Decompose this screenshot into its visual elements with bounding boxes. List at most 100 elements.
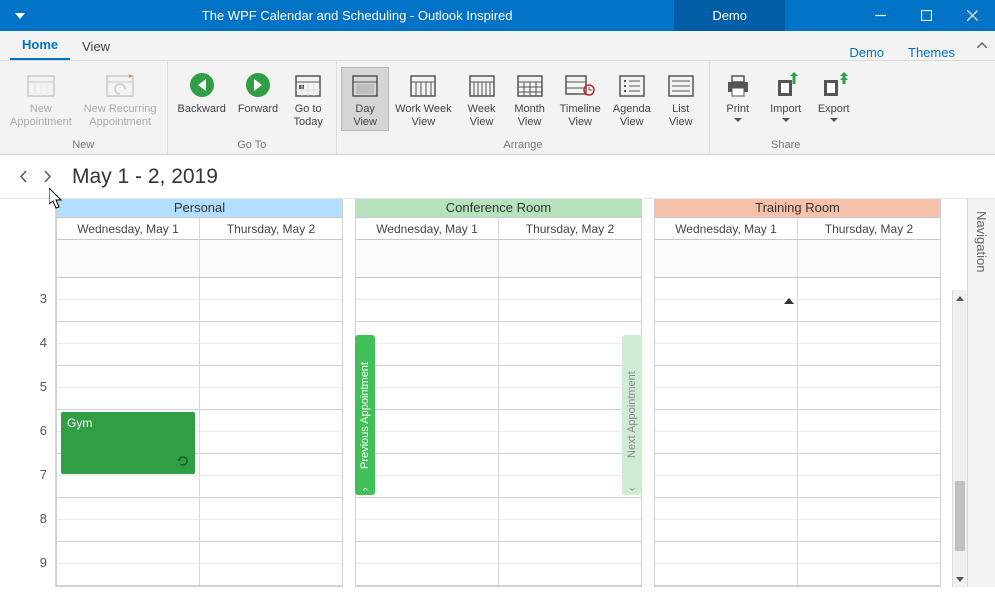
time-slot[interactable] <box>655 388 797 410</box>
time-slot[interactable] <box>655 498 797 520</box>
close-button[interactable] <box>949 0 995 31</box>
grid-day[interactable] <box>499 278 641 586</box>
time-slot[interactable] <box>200 344 342 366</box>
vertical-scrollbar[interactable] <box>952 290 967 587</box>
new-recurring-appointment-button[interactable]: New Recurring Appointment <box>78 67 163 131</box>
scroll-up-button[interactable] <box>953 290 967 306</box>
time-slot[interactable] <box>57 498 199 520</box>
time-grid[interactable] <box>356 278 641 586</box>
time-slot[interactable] <box>200 476 342 498</box>
time-slot[interactable] <box>798 520 940 542</box>
day-view-button[interactable]: Day View <box>341 67 389 131</box>
time-slot[interactable] <box>200 366 342 388</box>
time-slot[interactable] <box>798 410 940 432</box>
time-slot[interactable] <box>499 300 641 322</box>
time-slot[interactable] <box>655 344 797 366</box>
previous-appointment-tab[interactable]: ‹Previous Appointment <box>355 335 375 495</box>
time-slot[interactable] <box>798 388 940 410</box>
time-slot[interactable] <box>499 542 641 564</box>
time-grid[interactable]: Gym <box>57 278 342 586</box>
time-slot[interactable] <box>200 564 342 586</box>
grid-day[interactable] <box>200 278 342 586</box>
expand-indicator-icon[interactable] <box>784 293 794 307</box>
time-slot[interactable] <box>655 520 797 542</box>
timeline-view-button[interactable]: Timeline View <box>554 67 607 131</box>
time-slot[interactable] <box>655 454 797 476</box>
time-slot[interactable] <box>499 432 641 454</box>
time-slot[interactable] <box>798 322 940 344</box>
maximize-button[interactable] <box>903 0 949 31</box>
list-view-button[interactable]: List View <box>657 67 705 131</box>
time-slot[interactable] <box>655 542 797 564</box>
time-slot[interactable] <box>499 476 641 498</box>
time-slot[interactable] <box>356 366 498 388</box>
time-slot[interactable] <box>356 454 498 476</box>
time-slot[interactable] <box>655 366 797 388</box>
time-slot[interactable] <box>57 520 199 542</box>
time-slot[interactable] <box>798 278 940 300</box>
time-slot[interactable] <box>798 300 940 322</box>
scroll-track[interactable] <box>953 306 967 571</box>
all-day-row[interactable] <box>655 240 940 279</box>
time-slot[interactable] <box>798 564 940 586</box>
ribbon-collapse-button[interactable] <box>977 37 987 51</box>
link-demo[interactable]: Demo <box>849 45 884 60</box>
day-header[interactable]: Thursday, May 2 <box>499 218 641 239</box>
time-slot[interactable] <box>499 388 641 410</box>
week-view-button[interactable]: Week View <box>458 67 506 131</box>
agenda-view-button[interactable]: Agenda View <box>607 67 657 131</box>
link-themes[interactable]: Themes <box>908 45 955 60</box>
export-button[interactable]: Export <box>810 67 858 124</box>
all-day-row[interactable] <box>57 240 342 279</box>
time-slot[interactable] <box>655 564 797 586</box>
scroll-down-button[interactable] <box>953 571 967 587</box>
navigation-panel[interactable]: Navigation <box>967 199 995 587</box>
grid-day[interactable]: Gym <box>57 278 200 586</box>
time-slot[interactable] <box>356 300 498 322</box>
time-slot[interactable] <box>655 432 797 454</box>
time-slot[interactable] <box>356 542 498 564</box>
time-slot[interactable] <box>356 520 498 542</box>
time-slot[interactable] <box>356 564 498 586</box>
time-slot[interactable] <box>356 498 498 520</box>
import-button[interactable]: Import <box>762 67 810 124</box>
qat-dropdown[interactable] <box>0 13 40 19</box>
time-slot[interactable] <box>499 498 641 520</box>
time-slot[interactable] <box>57 564 199 586</box>
time-slot[interactable] <box>57 344 199 366</box>
time-slot[interactable] <box>356 388 498 410</box>
time-slot[interactable] <box>57 476 199 498</box>
time-slot[interactable] <box>356 432 498 454</box>
time-slot[interactable] <box>499 520 641 542</box>
time-slot[interactable] <box>57 366 199 388</box>
print-button[interactable]: Print <box>714 67 762 124</box>
time-slot[interactable] <box>798 476 940 498</box>
goto-today-button[interactable]: Go to Today <box>284 67 332 131</box>
time-slot[interactable] <box>200 410 342 432</box>
time-slot[interactable] <box>356 322 498 344</box>
time-slot[interactable] <box>655 410 797 432</box>
day-header[interactable]: Wednesday, May 1 <box>57 218 200 239</box>
day-header[interactable]: Thursday, May 2 <box>200 218 342 239</box>
day-header[interactable]: Wednesday, May 1 <box>655 218 798 239</box>
date-next-button[interactable] <box>40 170 54 184</box>
time-slot[interactable] <box>200 432 342 454</box>
month-view-button[interactable]: Month View <box>506 67 554 131</box>
scroll-thumb[interactable] <box>955 481 965 551</box>
time-slot[interactable] <box>200 542 342 564</box>
time-slot[interactable] <box>798 542 940 564</box>
time-slot[interactable] <box>798 366 940 388</box>
time-slot[interactable] <box>200 498 342 520</box>
time-slot[interactable] <box>655 278 797 300</box>
time-slot[interactable] <box>57 542 199 564</box>
time-slot[interactable] <box>200 454 342 476</box>
grid-day[interactable] <box>798 278 940 586</box>
time-slot[interactable] <box>499 410 641 432</box>
time-slot[interactable] <box>200 300 342 322</box>
time-slot[interactable] <box>356 476 498 498</box>
forward-button[interactable]: Forward <box>232 67 284 118</box>
grid-day[interactable] <box>356 278 499 586</box>
time-slot[interactable] <box>499 454 641 476</box>
minimize-button[interactable] <box>857 0 903 31</box>
time-slot[interactable] <box>499 278 641 300</box>
